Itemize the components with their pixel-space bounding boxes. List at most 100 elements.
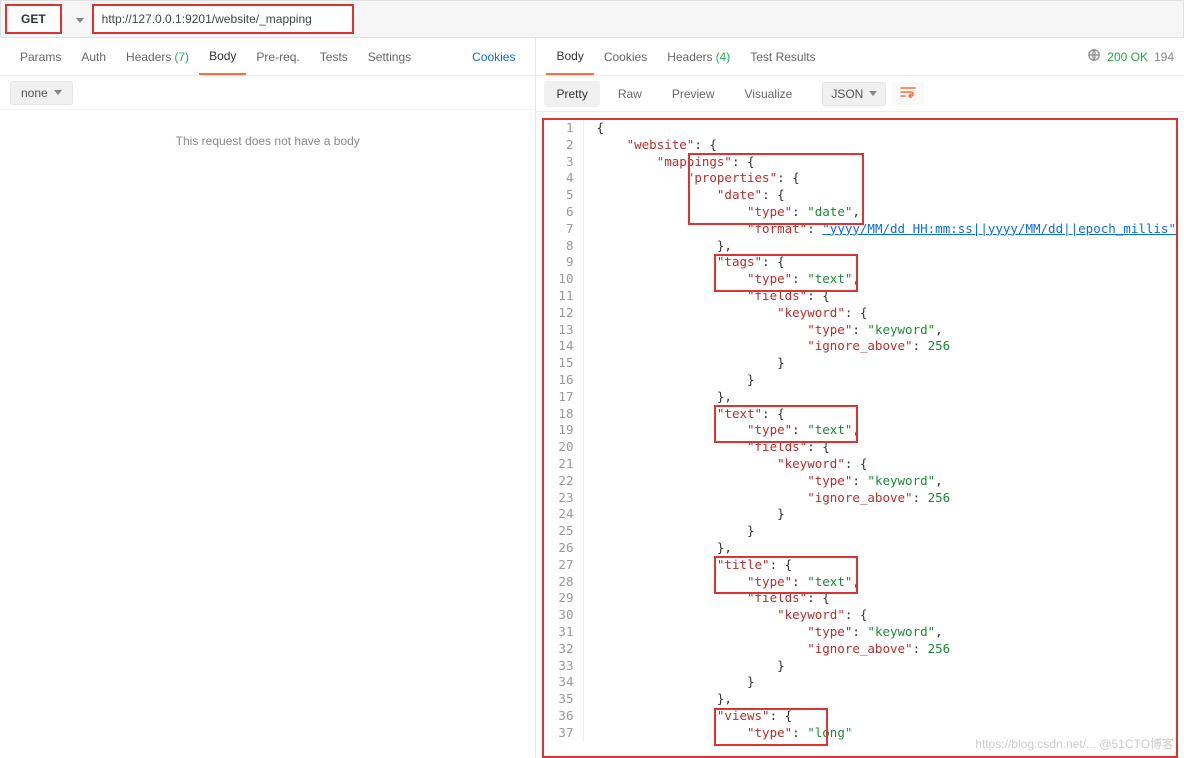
line-number: 5 — [544, 187, 584, 204]
line-number: 3 — [544, 154, 584, 171]
tab-params[interactable]: Params — [10, 38, 71, 75]
code-line: 14 "ignore_above": 256 — [544, 338, 1176, 355]
code-line: 27 "title": { — [544, 557, 1176, 574]
line-number: 9 — [544, 254, 584, 271]
code-line: 20 "fields": { — [544, 439, 1176, 456]
subtab-preview[interactable]: Preview — [660, 81, 727, 107]
code-line: 36 "views": { — [544, 708, 1176, 725]
response-pane: Body Cookies Headers (4) Test Results 20… — [536, 38, 1184, 758]
line-number: 2 — [544, 137, 584, 154]
headers-count: (7) — [174, 50, 189, 64]
line-number: 37 — [544, 725, 584, 742]
response-time: 194 — [1154, 50, 1174, 64]
line-number: 32 — [544, 641, 584, 658]
line-number: 34 — [544, 674, 584, 691]
tab-headers[interactable]: Headers (7) — [116, 38, 199, 75]
response-tabs: Body Cookies Headers (4) Test Results 20… — [536, 38, 1184, 76]
line-number: 8 — [544, 238, 584, 255]
subtab-visualize[interactable]: Visualize — [733, 81, 805, 107]
subtab-raw[interactable]: Raw — [606, 81, 654, 107]
code-line: 10 "type": "text", — [544, 271, 1176, 288]
body-controls: none — [0, 76, 535, 110]
line-number: 23 — [544, 490, 584, 507]
resp-headers-count: (4) — [716, 50, 731, 64]
line-number: 36 — [544, 708, 584, 725]
line-number: 28 — [544, 574, 584, 591]
line-number: 27 — [544, 557, 584, 574]
line-number: 35 — [544, 691, 584, 708]
http-method-label: GET — [21, 12, 46, 26]
globe-icon[interactable] — [1087, 48, 1101, 65]
response-body[interactable]: 1{2 "website": {3 "mappings": {4 "proper… — [542, 118, 1178, 758]
empty-body-message: This request does not have a body — [0, 134, 535, 148]
code-line: 2 "website": { — [544, 137, 1176, 154]
code-line: 11 "fields": { — [544, 288, 1176, 305]
tab-tests[interactable]: Tests — [310, 38, 358, 75]
line-number: 18 — [544, 406, 584, 423]
url-text: http://127.0.0.1:9201/website/_mapping — [102, 12, 312, 26]
code-line: 3 "mappings": { — [544, 154, 1176, 171]
code-line: 18 "text": { — [544, 406, 1176, 423]
format-select[interactable]: JSON — [822, 82, 886, 106]
code-line: 33 } — [544, 658, 1176, 675]
line-number: 30 — [544, 607, 584, 624]
code-line: 30 "keyword": { — [544, 607, 1176, 624]
code-line: 7 "format": "yyyy/MM/dd HH:mm:ss||yyyy/M… — [544, 221, 1176, 238]
tab-settings[interactable]: Settings — [358, 38, 421, 75]
code-line: 35 }, — [544, 691, 1176, 708]
code-line: 24 } — [544, 506, 1176, 523]
subtab-pretty[interactable]: Pretty — [544, 81, 599, 107]
line-number: 24 — [544, 506, 584, 523]
line-number: 10 — [544, 271, 584, 288]
code-line: 22 "type": "keyword", — [544, 473, 1176, 490]
line-number: 21 — [544, 456, 584, 473]
resp-tab-cookies[interactable]: Cookies — [594, 38, 657, 75]
cookies-link[interactable]: Cookies — [462, 38, 525, 75]
chevron-down-icon[interactable] — [76, 12, 84, 26]
code-line: 34 } — [544, 674, 1176, 691]
line-number: 6 — [544, 204, 584, 221]
wrap-icon[interactable] — [892, 82, 924, 105]
code-line: 9 "tags": { — [544, 254, 1176, 271]
line-number: 19 — [544, 422, 584, 439]
code-line: 5 "date": { — [544, 187, 1176, 204]
line-number: 17 — [544, 389, 584, 406]
chevron-down-icon — [869, 91, 877, 96]
code-line: 29 "fields": { — [544, 590, 1176, 607]
line-number: 29 — [544, 590, 584, 607]
code-line: 19 "type": "text", — [544, 422, 1176, 439]
code-line: 6 "type": "date", — [544, 204, 1176, 221]
code-line: 23 "ignore_above": 256 — [544, 490, 1176, 507]
line-number: 1 — [544, 120, 584, 137]
code-line: 12 "keyword": { — [544, 305, 1176, 322]
resp-tab-body[interactable]: Body — [546, 38, 593, 75]
code-line: 31 "type": "keyword", — [544, 624, 1176, 641]
resp-tab-headers[interactable]: Headers (4) — [657, 38, 740, 75]
line-number: 16 — [544, 372, 584, 389]
body-type-select[interactable]: none — [10, 81, 73, 105]
code-line: 32 "ignore_above": 256 — [544, 641, 1176, 658]
tab-prereq[interactable]: Pre-req. — [246, 38, 309, 75]
watermark: https://blog.csdn.net/... @51CTO博客 — [975, 735, 1174, 752]
code-line: 26 }, — [544, 540, 1176, 557]
code-line: 4 "properties": { — [544, 170, 1176, 187]
line-number: 25 — [544, 523, 584, 540]
request-pane: Params Auth Headers (7) Body Pre-req. Te… — [0, 38, 536, 758]
line-number: 12 — [544, 305, 584, 322]
code-line: 8 }, — [544, 238, 1176, 255]
http-method-select[interactable]: GET — [5, 4, 62, 34]
url-input[interactable]: http://127.0.0.1:9201/website/_mapping — [92, 4, 354, 34]
response-subtabs: Pretty Raw Preview Visualize JSON — [536, 76, 1184, 112]
line-number: 20 — [544, 439, 584, 456]
resp-tab-test-results[interactable]: Test Results — [740, 38, 825, 75]
tab-body[interactable]: Body — [199, 38, 246, 75]
code-line: 13 "type": "keyword", — [544, 322, 1176, 339]
line-number: 7 — [544, 221, 584, 238]
line-number: 11 — [544, 288, 584, 305]
request-tabs: Params Auth Headers (7) Body Pre-req. Te… — [0, 38, 535, 76]
chevron-down-icon — [54, 90, 62, 95]
request-bar: GET http://127.0.0.1:9201/website/_mappi… — [0, 0, 1184, 38]
code-line: 25 } — [544, 523, 1176, 540]
tab-auth[interactable]: Auth — [71, 38, 116, 75]
line-number: 13 — [544, 322, 584, 339]
